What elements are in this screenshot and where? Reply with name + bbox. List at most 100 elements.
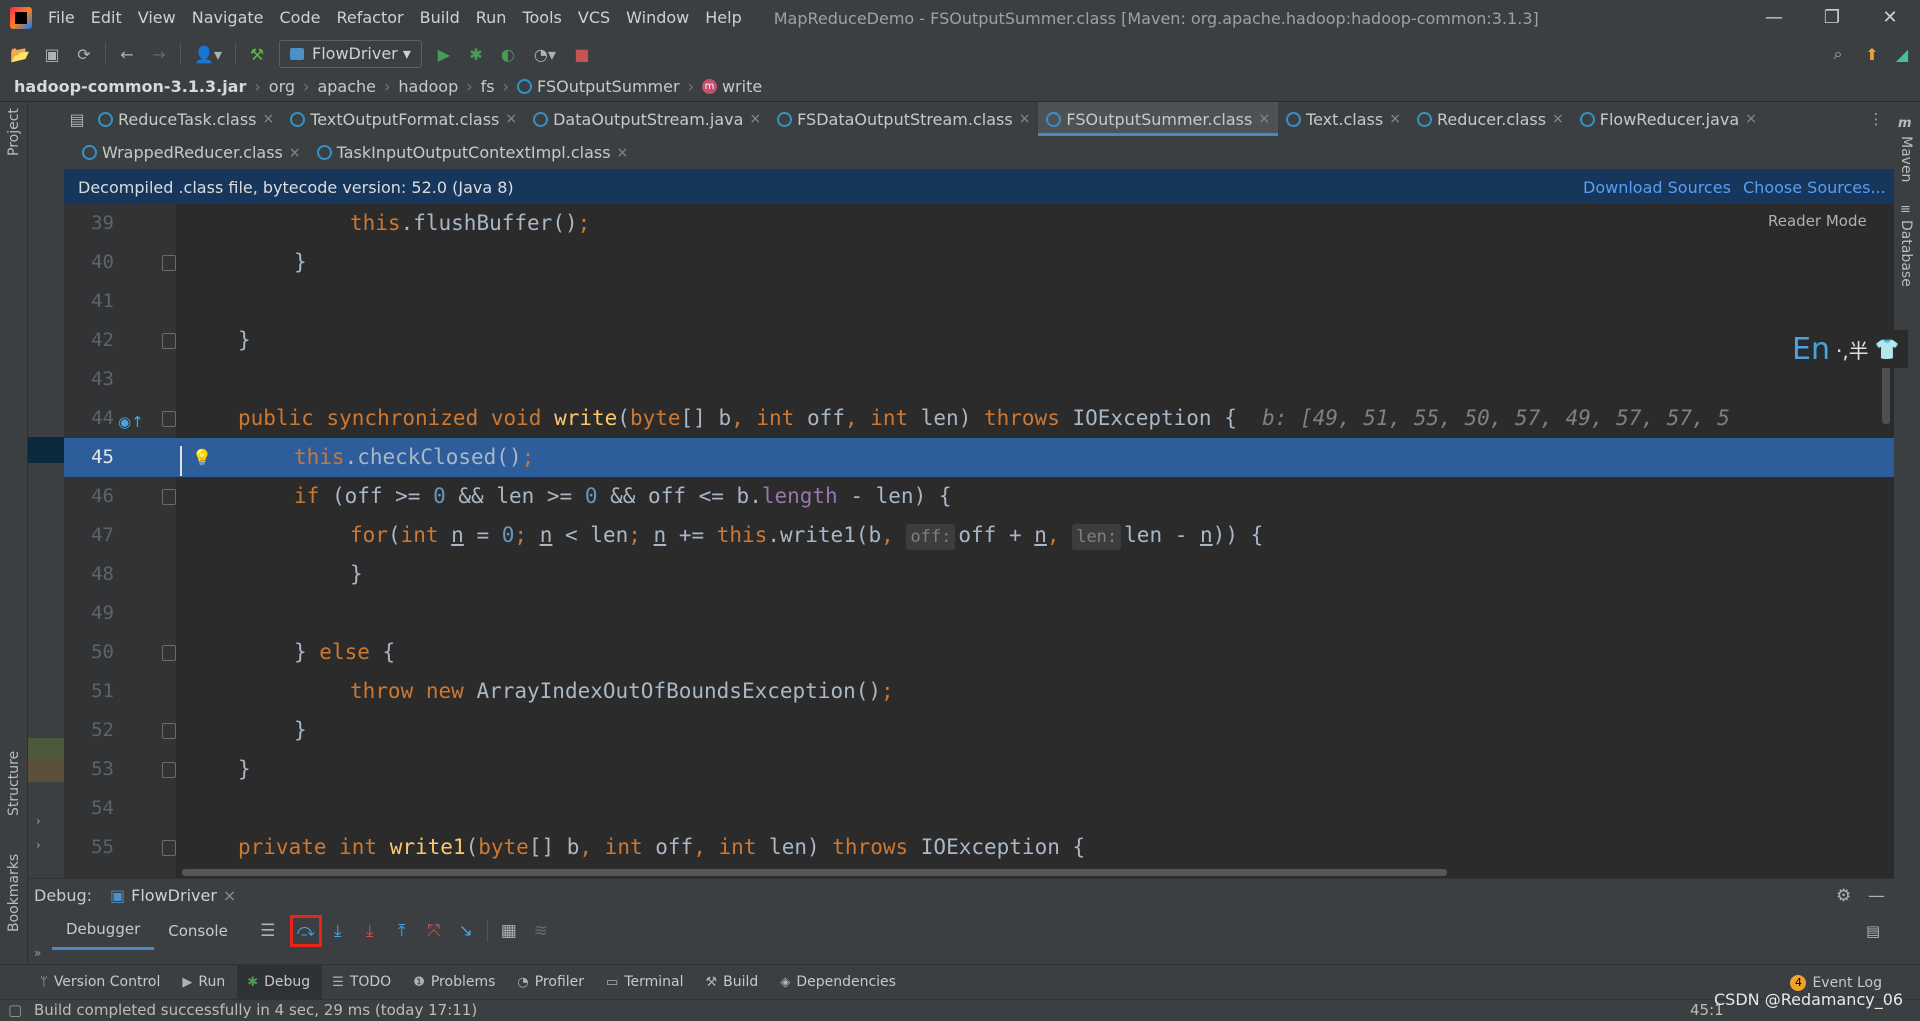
menu-build[interactable]: Build	[412, 0, 468, 36]
lightbulb-icon[interactable]: 💡	[192, 448, 212, 467]
close-tab-icon[interactable]: ×	[1552, 111, 1564, 127]
code-line[interactable]: 42 }	[64, 321, 1894, 360]
code-line[interactable]: 44 public synchronized void write(byte[]…	[64, 399, 1894, 438]
show-execution-point-icon[interactable]: ☰	[252, 915, 284, 947]
bookmarks-tool-button[interactable]: Bookmarks	[6, 854, 22, 932]
fold-marker-icon[interactable]	[162, 489, 176, 505]
back-arrow-icon[interactable]: ←	[111, 40, 143, 68]
menu-file[interactable]: File	[40, 0, 83, 36]
close-tab-icon[interactable]: ×	[505, 111, 517, 127]
force-step-into-button[interactable]: ⤓	[354, 915, 386, 947]
tab-wrappedreducer[interactable]: WrappedReducer.class ×	[74, 136, 309, 170]
menu-navigate[interactable]: Navigate	[184, 0, 272, 36]
fold-marker-icon[interactable]	[162, 645, 176, 661]
tool-debug[interactable]: ✱ Debug	[237, 964, 323, 1000]
forward-arrow-icon[interactable]: →	[143, 40, 175, 68]
tab-menu-icon[interactable]: ▤	[64, 105, 90, 133]
code-with-me-icon[interactable]: ◢	[1886, 40, 1918, 68]
stop-icon[interactable]: ■	[566, 40, 598, 68]
debug-session-tab[interactable]: ▣ FlowDriver ×	[110, 886, 236, 905]
code-line[interactable]: 47 for(int n = 0; n < len; n += this.wri…	[64, 516, 1894, 555]
breadcrumb-hadoop[interactable]: hadoop	[398, 77, 458, 96]
hide-panel-icon[interactable]: —	[1868, 886, 1885, 906]
sync-icon[interactable]: ⟳	[68, 40, 100, 68]
run-icon[interactable]: ▶	[428, 40, 460, 68]
menu-vcs[interactable]: VCS	[570, 0, 618, 36]
project-selection-row[interactable]	[28, 437, 64, 463]
code-line[interactable]: 55 private int write1(byte[] b, int off,…	[64, 828, 1894, 867]
tab-reducer[interactable]: Reducer.class ×	[1409, 102, 1572, 136]
expand-arrow-icon[interactable]: ›	[36, 838, 41, 852]
menu-run[interactable]: Run	[468, 0, 515, 36]
menu-refactor[interactable]: Refactor	[328, 0, 411, 36]
current-execution-line[interactable]: 45 this.checkClosed();	[64, 438, 1894, 477]
tab-console[interactable]: Console	[154, 912, 242, 950]
code-line[interactable]: 39 this.flushBuffer();	[64, 204, 1894, 243]
menu-tools[interactable]: Tools	[514, 0, 569, 36]
code-line[interactable]: 43	[64, 360, 1894, 399]
expand-frames-icon[interactable]: »	[34, 946, 41, 960]
code-line[interactable]: 46 if (off >= 0 && len >= 0 && off <= b.…	[64, 477, 1894, 516]
ime-indicator[interactable]: En ·,半 👕	[1784, 330, 1908, 368]
fold-marker-icon[interactable]	[162, 723, 176, 739]
menu-edit[interactable]: Edit	[83, 0, 130, 36]
status-toggle-icon[interactable]: ▢	[8, 1001, 22, 1019]
save-icon[interactable]: ▣	[36, 40, 68, 68]
code-line[interactable]: 54	[64, 789, 1894, 828]
fold-marker-icon[interactable]	[162, 840, 176, 856]
restore-button[interactable]: ❐	[1804, 0, 1860, 36]
close-tab-icon[interactable]: ×	[617, 145, 629, 161]
update-icon[interactable]: ⬆	[1856, 40, 1888, 68]
breadcrumb-apache[interactable]: apache	[317, 77, 376, 96]
tool-todo[interactable]: ☰ TODO	[322, 965, 403, 1000]
breadcrumb-jar[interactable]: hadoop-common-3.1.3.jar	[14, 77, 246, 96]
coverage-icon[interactable]: ◐	[492, 40, 524, 68]
tool-profiler[interactable]: ◔ Profiler	[507, 965, 596, 1000]
more-tabs-icon[interactable]: ⋮	[1864, 102, 1888, 136]
code-line[interactable]: 41	[64, 282, 1894, 321]
drop-frame-button[interactable]: ⤧	[418, 915, 450, 947]
tab-text[interactable]: Text.class ×	[1278, 102, 1409, 136]
debug-bug-icon[interactable]: ✱	[460, 40, 492, 68]
structure-tool-button[interactable]: Structure	[6, 751, 22, 816]
menu-help[interactable]: Help	[697, 0, 749, 36]
choose-sources-link[interactable]: Choose Sources...	[1743, 178, 1886, 197]
run-to-cursor-button[interactable]: ↘	[450, 915, 482, 947]
code-line[interactable]: 52 }	[64, 711, 1894, 750]
fold-marker-icon[interactable]	[162, 762, 176, 778]
breadcrumb-fs[interactable]: fs	[481, 77, 495, 96]
status-message[interactable]: Build completed successfully in 4 sec, 2…	[34, 1001, 477, 1019]
reader-mode-toggle[interactable]: Reader Mode	[1768, 212, 1867, 230]
open-folder-icon[interactable]: 📂	[4, 40, 36, 68]
code-editor[interactable]: 39 this.flushBuffer(); 40 } 41 42 } 43 4…	[64, 204, 1894, 878]
close-session-icon[interactable]: ×	[223, 886, 236, 905]
tool-build[interactable]: ⚒ Build	[696, 965, 771, 1000]
code-line[interactable]: 49	[64, 594, 1894, 633]
close-window-button[interactable]: ✕	[1862, 0, 1918, 36]
tool-run[interactable]: ▶ Run	[172, 965, 237, 1000]
horizontal-scrollbar[interactable]	[182, 869, 1447, 876]
step-out-button[interactable]: ⤒	[386, 915, 418, 947]
vertical-scrollbar[interactable]	[1882, 364, 1890, 424]
tab-debugger[interactable]: Debugger	[52, 912, 155, 950]
project-changed-row[interactable]	[28, 738, 64, 760]
trace-stream-icon[interactable]: ≋	[525, 915, 557, 947]
close-tab-icon[interactable]: ×	[263, 111, 275, 127]
close-tab-icon[interactable]: ×	[289, 145, 301, 161]
close-tab-icon[interactable]: ×	[749, 111, 761, 127]
maven-tool-button[interactable]: Maven	[1898, 136, 1914, 182]
breakpoint-override-icon[interactable]: ◉↑	[118, 413, 148, 433]
download-sources-link[interactable]: Download Sources	[1583, 178, 1731, 197]
tab-textoutputformat[interactable]: TextOutputFormat.class ×	[282, 102, 525, 136]
fold-marker-icon[interactable]	[162, 333, 176, 349]
tool-version-control[interactable]: ᛘ Version Control	[30, 965, 172, 1000]
close-tab-icon[interactable]: ×	[1019, 111, 1031, 127]
menu-view[interactable]: View	[130, 0, 184, 36]
search-icon[interactable]: ⌕	[1822, 40, 1854, 68]
fold-marker-icon[interactable]	[162, 411, 176, 427]
menu-code[interactable]: Code	[272, 0, 329, 36]
tab-dataoutputstream[interactable]: DataOutputStream.java ×	[525, 102, 769, 136]
tab-reducetask[interactable]: ReduceTask.class ×	[90, 102, 282, 136]
profile-icon[interactable]: ◔▾	[524, 40, 566, 68]
code-line[interactable]: 48 }	[64, 555, 1894, 594]
